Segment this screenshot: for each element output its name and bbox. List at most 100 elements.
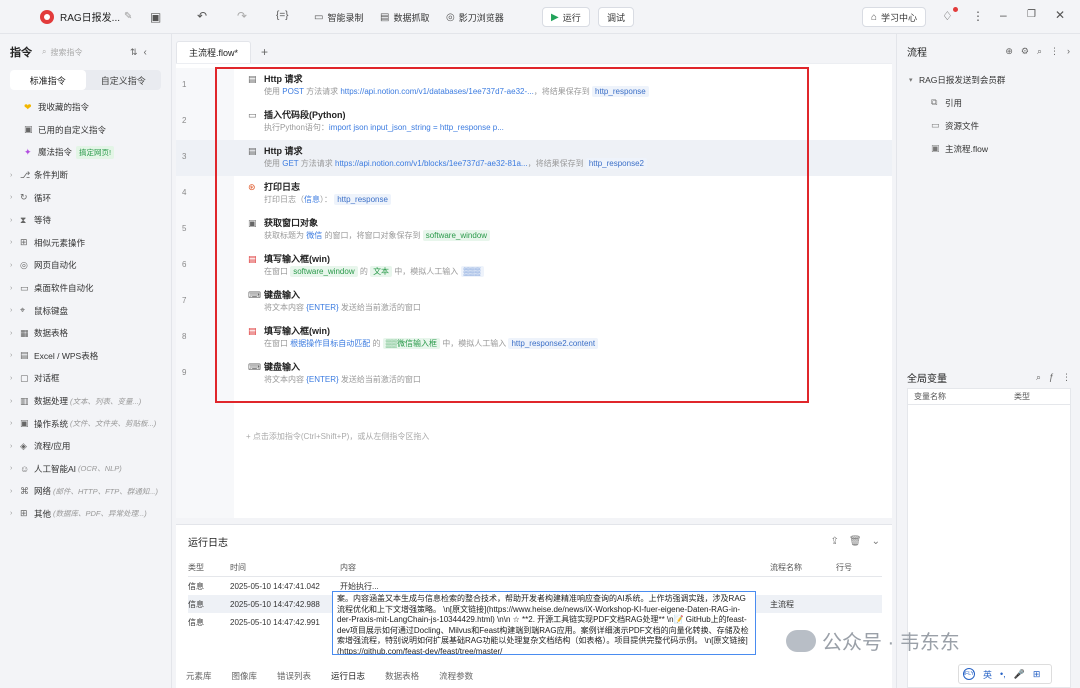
sort-icon[interactable]: ⇅ <box>130 47 138 58</box>
sidebar-item-os[interactable]: › ▣ 操作系统 (文件、文件夹、剪贴板...) <box>0 412 171 435</box>
caret-down-icon: ▾ <box>909 76 913 84</box>
tab-main-flow[interactable]: 主流程.flow* <box>176 41 252 63</box>
export-icon[interactable]: ⇪ <box>831 536 839 547</box>
ime-toolbar[interactable]: iFLY 英 •, 🎤 ⊞ <box>958 664 1052 684</box>
tree-item-resources[interactable]: ▭ 资源文件 <box>897 114 1080 137</box>
sidebar-item-flow-app[interactable]: › ◈ 流程/应用 <box>0 435 171 458</box>
line-number: 1 <box>182 80 187 89</box>
punctuation-icon[interactable]: •, <box>1000 669 1006 679</box>
add-command-hint[interactable]: + 点击添加指令(Ctrl+Shift+P)，或从左侧指令区拖入 <box>246 431 429 442</box>
save-icon[interactable]: ▣ <box>150 10 161 24</box>
tree-item-project[interactable]: ▾ RAG日报发送到会员群 <box>897 68 1080 91</box>
mouse-icon: ⌖ <box>20 305 26 316</box>
line-number: 2 <box>182 116 187 125</box>
tab-data-table[interactable]: 数据表格 <box>385 670 419 682</box>
tab-flow-params[interactable]: 流程参数 <box>439 670 473 682</box>
sidebar-item-similar-elements[interactable]: › ⊞ 相似元素操作 <box>0 232 171 255</box>
network-icon: ⌘ <box>20 485 29 496</box>
sidebar-item-wait[interactable]: › ⧗ 等待 <box>0 209 171 232</box>
sidebar-item-other[interactable]: › ⊞ 其他 (数据库、PDF、异常处理...) <box>0 503 171 526</box>
expand-arrow-icon: › <box>10 397 13 405</box>
global-vars-title: 全局变量 <box>907 373 947 385</box>
expand-arrow-icon: › <box>10 374 13 382</box>
debug-button[interactable]: 调试 <box>598 7 635 27</box>
smart-record-button[interactable]: ▭ 智能录制 <box>306 7 371 27</box>
sidebar-item-web-automation[interactable]: › ◎ 网页自动化 <box>0 254 171 277</box>
tab-element-library[interactable]: 元素库 <box>186 670 212 682</box>
variables-icon[interactable]: {=} <box>276 10 289 21</box>
search-icon[interactable]: ⌕ <box>1037 46 1042 57</box>
line-number: 9 <box>182 368 187 377</box>
tab-run-log[interactable]: 运行日志 <box>331 670 365 682</box>
dialog-icon: ▢ <box>20 372 29 383</box>
expand-arrow-icon: › <box>10 420 13 428</box>
collapse-icon[interactable]: › <box>1067 46 1070 57</box>
grid-menu-icon[interactable]: ⊞ <box>1033 669 1041 680</box>
sidebar-item-desktop-automation[interactable]: › ▭ 桌面软件自动化 <box>0 277 171 300</box>
desktop-icon: ▭ <box>20 282 29 293</box>
edit-icon[interactable]: ✎ <box>124 11 132 22</box>
command-search-input[interactable]: ⌕ 搜索指令 <box>42 43 126 61</box>
column-var-type: 类型 <box>1014 392 1030 401</box>
tab-standard-commands[interactable]: 标准指令 <box>10 70 86 90</box>
more-icon[interactable]: ⋮ <box>972 9 984 23</box>
sidebar-item-magic[interactable]: ✦ 魔法指令 搞定网页! <box>0 141 171 164</box>
sidebar-item-mouse-keyboard[interactable]: › ⌖ 鼠标键盘 <box>0 299 171 322</box>
tab-image-library[interactable]: 图像库 <box>232 670 258 682</box>
run-button[interactable]: ▶ 运行 <box>542 7 590 27</box>
column-var-name: 变量名称 <box>914 392 946 401</box>
wechat-icon <box>786 629 816 652</box>
sidebar-item-loop[interactable]: › ↻ 循环 <box>0 186 171 209</box>
sidebar-item-data-table[interactable]: › ▦ 数据表格 <box>0 322 171 345</box>
log-table-header: 类型 时间 内容 流程名称 行号 <box>188 559 882 577</box>
highlight-annotation-box <box>215 67 809 403</box>
sidebar-item-dialog[interactable]: › ▢ 对话框 <box>0 367 171 390</box>
expand-arrow-icon: › <box>10 487 13 495</box>
function-icon[interactable]: ƒ <box>1049 372 1054 383</box>
sidebar-item-used-custom[interactable]: ▣ 已用的自定义指令 <box>0 119 171 142</box>
browser-button[interactable]: ◎ 影刀浏览器 <box>438 7 512 27</box>
layers-icon: ◈ <box>20 440 27 451</box>
sidebar-item-condition[interactable]: › ⎇ 条件判断 <box>0 164 171 187</box>
microphone-icon[interactable]: 🎤 <box>1014 669 1025 680</box>
capture-icon: ▤ <box>380 11 390 23</box>
sidebar-item-excel[interactable]: › ▤ Excel / WPS表格 <box>0 345 171 368</box>
close-icon[interactable]: ✕ <box>1055 8 1065 22</box>
expand-arrow-icon: › <box>10 239 13 247</box>
data-icon: ▥ <box>20 395 29 406</box>
app-logo-icon <box>40 9 54 24</box>
trash-icon[interactable]: 🗑 <box>849 536 862 547</box>
notification-bell-icon[interactable]: ♢ <box>942 9 953 23</box>
play-icon: ▶ <box>551 11 559 23</box>
sidebar-item-favorites[interactable]: ❤ 我收藏的指令 <box>0 96 171 119</box>
minimize-icon[interactable]: – <box>1000 8 1007 22</box>
search-icon[interactable]: ⌕ <box>1036 372 1041 383</box>
add-flow-icon[interactable]: ⊕ <box>1005 46 1013 57</box>
add-tab-icon[interactable]: + <box>261 45 268 59</box>
collapse-icon[interactable]: ‹ <box>144 47 147 58</box>
log-content-expanded[interactable]: 案。内容涵盖又本生成与信息检索的整合技术，帮助开发者构建精准响应查询的AI系统。… <box>332 591 756 655</box>
sidebar-item-ai[interactable]: › ☺ 人工智能AI (OCR、NLP) <box>0 458 171 481</box>
table-icon: ▦ <box>20 327 29 338</box>
ime-language[interactable]: 英 <box>983 668 992 681</box>
more-icon[interactable]: ⋮ <box>1062 372 1071 383</box>
maximize-icon[interactable]: ❐ <box>1027 9 1036 20</box>
sidebar-item-data-processing[interactable]: › ▥ 数据处理 (文本、列表、变量...) <box>0 390 171 413</box>
redo-icon[interactable]: ↷ <box>237 9 247 23</box>
data-capture-button[interactable]: ▤ 数据抓取 <box>372 7 437 27</box>
settings-icon[interactable]: ⚙ <box>1021 46 1029 57</box>
os-icon: ▣ <box>20 418 29 429</box>
collapse-chevron-icon[interactable]: ⌄ <box>872 536 880 547</box>
flow-panel-title: 流程 <box>907 47 927 59</box>
sidebar-item-network[interactable]: › ⌘ 网络 (邮件、HTTP、FTP、群通知...) <box>0 480 171 503</box>
command-sidebar: 指令 ⌕ 搜索指令 ⇅ ‹ 标准指令 自定义指令 ❤ 我收藏的指令 ▣ 已用的自… <box>0 34 172 688</box>
learning-center-button[interactable]: ⌂ 学习中心 <box>862 7 927 27</box>
undo-icon[interactable]: ↶ <box>197 9 207 23</box>
project-title[interactable]: RAG日报发... <box>60 9 120 24</box>
tab-error-list[interactable]: 错误列表 <box>277 670 311 682</box>
more-icon[interactable]: ⋮ <box>1050 46 1059 57</box>
line-number: 3 <box>182 152 187 161</box>
tree-item-main-flow[interactable]: ▣ 主流程.flow <box>897 137 1080 160</box>
tree-item-reference[interactable]: ⧉ 引用 <box>897 91 1080 114</box>
tab-custom-commands[interactable]: 自定义指令 <box>86 70 162 90</box>
